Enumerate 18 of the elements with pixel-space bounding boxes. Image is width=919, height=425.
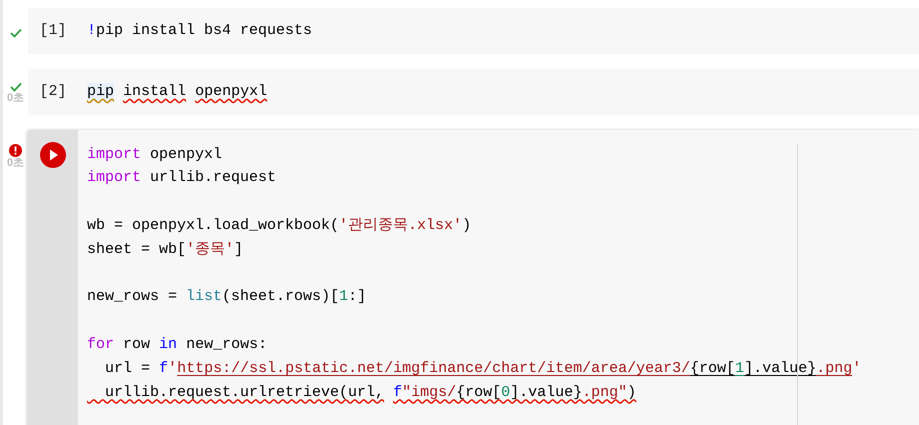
code-line: import openpyxl — [87, 144, 224, 165]
execution-count: [1] — [39, 21, 66, 41]
code-line: pip install openpyxl — [87, 82, 268, 102]
code-line: wb = openpyxl.load_workbook('관리종목.xlsx') — [87, 216, 472, 236]
run-button[interactable] — [40, 142, 66, 168]
code-line: sheet = wb['종목'] — [87, 240, 244, 260]
execution-time: 0초 — [6, 92, 24, 106]
code-line: new_rows = list(sheet.rows)[1:] — [87, 287, 368, 308]
execution-time: 0초 — [6, 156, 24, 170]
code-line: for row in new_rows: — [87, 334, 268, 355]
code-cell[interactable]: [1] !pip install bs4 requests — [28, 8, 919, 54]
active-code-cell[interactable] — [28, 130, 919, 425]
code-line: url = f'https://ssl.pstatic.net/imgfinance/chart/item/area/year3/{row[1].value}.png' — [104, 358, 862, 379]
code-line: import urllib.request — [87, 168, 278, 188]
code-line: !pip install bs4 requests — [87, 21, 314, 41]
code-cell[interactable]: [2] pip install openpyxl — [28, 68, 919, 115]
code-line: urllib.request.urlretrieve(url, f"imgs/{row[0].value}.png") — [104, 382, 638, 403]
execution-count: [2] — [39, 82, 66, 102]
